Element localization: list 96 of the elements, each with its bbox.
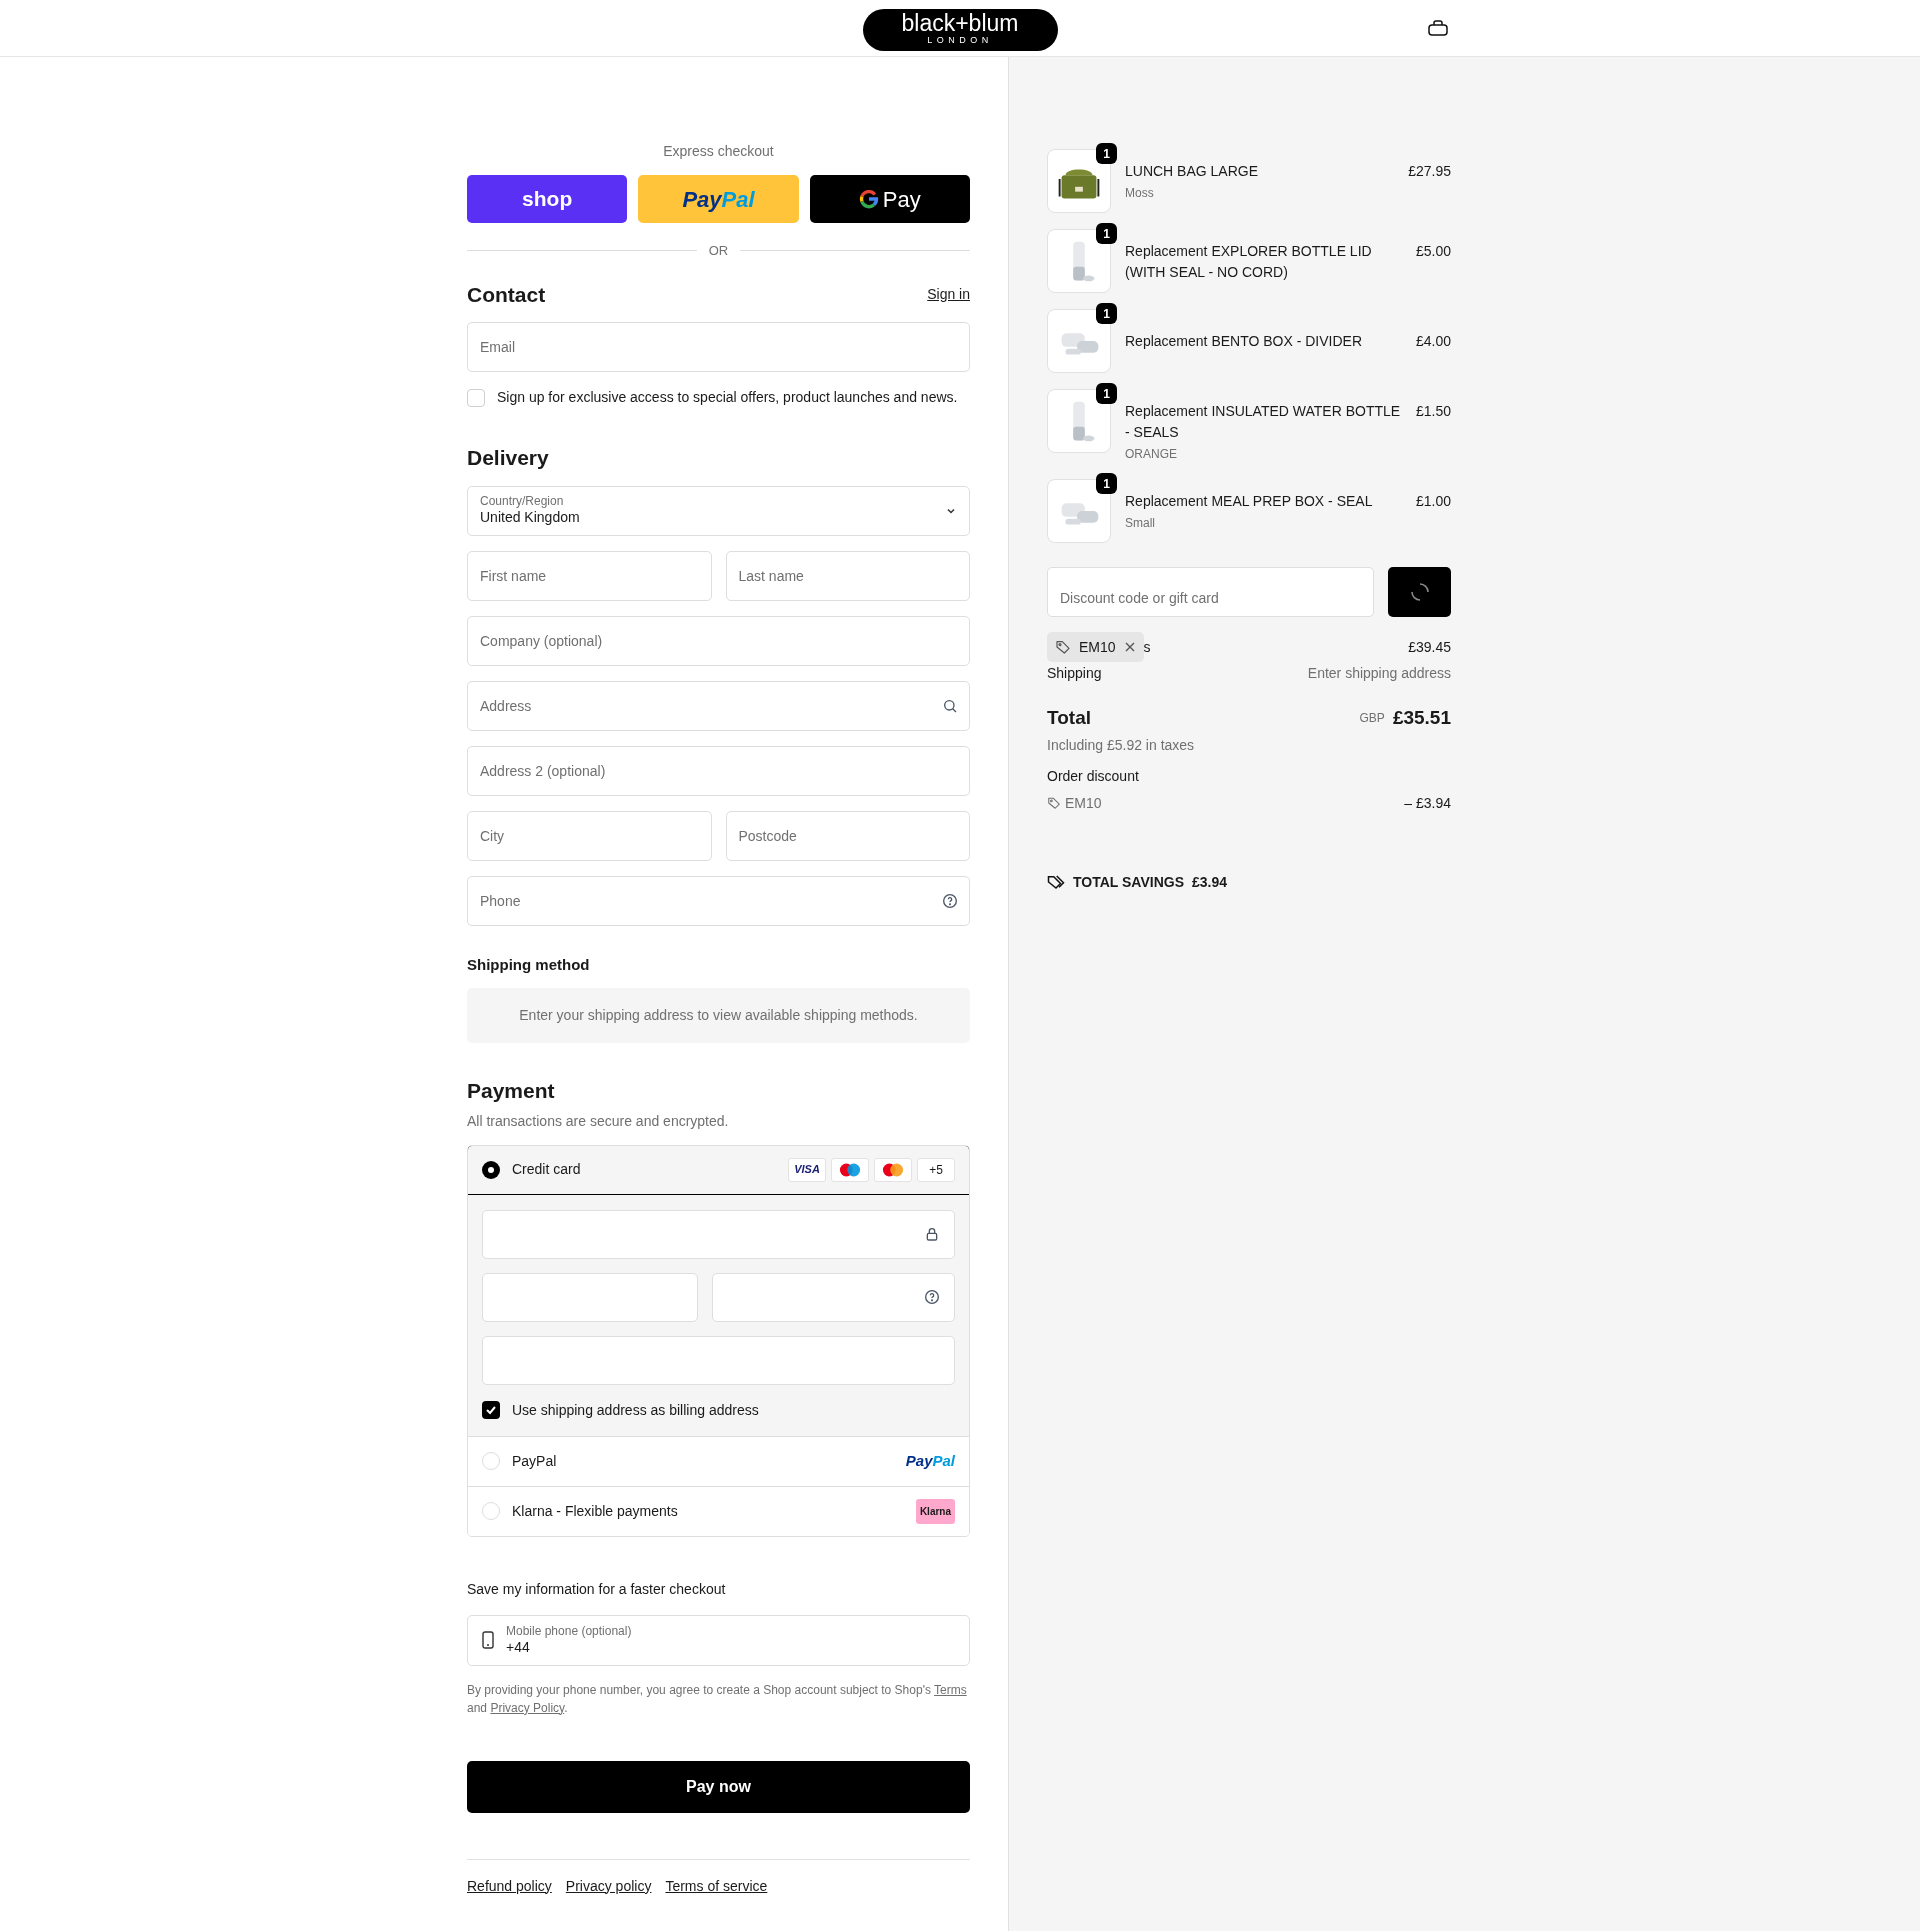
section-heading: Delivery [467,445,550,471]
text-field[interactable]: Phone [467,875,970,926]
quantity-badge: 1 [1096,473,1117,494]
shopping-bag-icon[interactable] [1428,20,1448,36]
text-field[interactable]: Address [467,680,970,731]
currency-code: GBP [1359,710,1385,728]
tags-icon [1047,873,1065,891]
discount-field[interactable]: Discount code or gift card [1047,567,1374,617]
text-field[interactable]: Postcode [725,810,970,861]
text-field[interactable]: Email [467,322,970,372]
subtotal-label: s [1143,637,1151,657]
paypal-logo: PayPal [905,1450,955,1471]
billing-checkbox[interactable] [482,1401,500,1419]
card-number-field[interactable] [482,1209,955,1259]
text-field[interactable]: City [467,810,712,861]
section-subheading: Shipping method [467,954,591,975]
order-discount-value: – £3.94 [1404,793,1451,813]
save-info-title: Save my information for a faster checkout [467,1579,727,1599]
lock-icon [924,1226,940,1242]
legal-notice: By providing your phone number, you agree to create a Shop account subject to Shop's Terms and Privacy Policy. [467,1681,968,1717]
quantity-badge: 1 [1096,143,1117,164]
google-pay-button[interactable]: Pay [809,175,970,223]
radio-button[interactable] [482,1452,500,1470]
payment-option[interactable]: Credit card VISA +5 [468,1145,969,1195]
product-variant: Moss [1125,185,1155,202]
discount-code: EM10 [1047,792,1102,814]
order-discount-label: Order discount [1047,766,1139,786]
billing-label: Use shipping address as billing address [512,1400,759,1420]
country-select[interactable]: Country/Region United Kingdom [467,485,970,536]
terms-link[interactable]: Terms [934,1682,967,1697]
name-on-card-field[interactable] [482,1335,955,1385]
radio-button[interactable] [482,1160,500,1179]
klarna-logo: Klarna [915,1498,955,1524]
search-icon [942,697,958,714]
shipping-value: Enter shipping address [1307,664,1451,683]
payment-option[interactable]: Klarna - Flexible payments Klarna [468,1485,969,1536]
check-icon [485,1404,497,1416]
total-savings: TOTAL SAVINGS £3.94 [1047,871,1451,893]
loading-spinner-icon [1409,582,1430,602]
google-g-icon [858,189,879,209]
product-price: £5.00 [1415,242,1451,261]
footer-link[interactable]: Terms of service [665,1875,768,1897]
product-variant: ORANGE [1125,446,1178,463]
discount-tag[interactable]: EM10 [1047,632,1144,662]
pay-now-button[interactable]: Pay now [467,1760,970,1813]
express-checkout-title: Express checkout [662,142,775,161]
product-name: Replacement EXPLORER BOTTLE LID (WITH SEAL - NO CORD) [1125,242,1373,282]
quantity-badge: 1 [1096,303,1117,324]
more-cards-badge: +5 [917,1157,955,1182]
text-field[interactable]: Last name [725,550,970,601]
total-label: Total [1047,706,1091,730]
product-name: Replacement INSULATED WATER BOTTLE - SEALS [1125,402,1402,442]
help-icon [924,1289,940,1305]
text-field[interactable]: First name [467,550,712,601]
quantity-badge: 1 [1096,383,1117,404]
mobile-phone-field[interactable]: Mobile phone (optional) +44 [467,1614,970,1666]
tax-note: Including £5.92 in taxes [1047,735,1196,755]
product-price: £1.00 [1415,492,1451,511]
subtotal-value: £39.45 [1408,637,1451,657]
text-field[interactable]: Address 2 (optional) [467,745,970,796]
brand-logo[interactable]: black+blum LONDON [862,9,1058,51]
expiry-field[interactable] [482,1272,698,1322]
footer-link[interactable]: Privacy policy [565,1875,652,1897]
shop-pay-button[interactable]: shop [467,175,628,223]
product-price: £1.50 [1415,402,1451,421]
shipping-label: Shipping [1047,664,1102,683]
close-icon[interactable] [1123,641,1136,653]
product-name: Replacement MEAL PREP BOX - SEAL [1125,492,1374,511]
visa-logo: VISA [788,1157,826,1182]
security-code-field[interactable] [711,1272,955,1322]
payment-subtitle: All transactions are secure and encrypted. [467,1111,730,1131]
product-name: LUNCH BAG LARGE [1125,162,1260,181]
apply-button[interactable] [1388,567,1451,617]
mastercard-logo [874,1157,912,1182]
total-value: £35.51 [1392,706,1451,730]
footer-link[interactable]: Refund policy [467,1875,552,1897]
product-price: £27.95 [1408,162,1451,181]
newsletter-checkbox[interactable] [467,388,485,407]
tag-icon [1047,796,1061,810]
phone-icon [482,1631,494,1649]
help-icon [942,892,958,909]
quantity-badge: 1 [1096,223,1117,244]
section-heading: Payment [467,1078,556,1104]
section-heading: Contact [467,281,546,308]
paypal-button[interactable]: PayPal [638,175,799,223]
product-price: £4.00 [1415,331,1451,351]
or-divider-text: OR [708,242,729,260]
newsletter-label: Sign up for exclusive access to special offers, product launches and news. [497,388,958,407]
shipping-notice: Enter your shipping address to view available shipping methods. [467,988,970,1043]
product-variant: Small [1125,515,1156,532]
text-field[interactable]: Company (optional) [467,615,970,666]
maestro-logo [831,1157,869,1182]
product-name: Replacement BENTO BOX - DIVIDER [1125,331,1364,351]
tag-icon [1055,639,1071,655]
radio-button[interactable] [482,1502,500,1520]
sign-in-link[interactable]: Sign in [927,283,970,305]
